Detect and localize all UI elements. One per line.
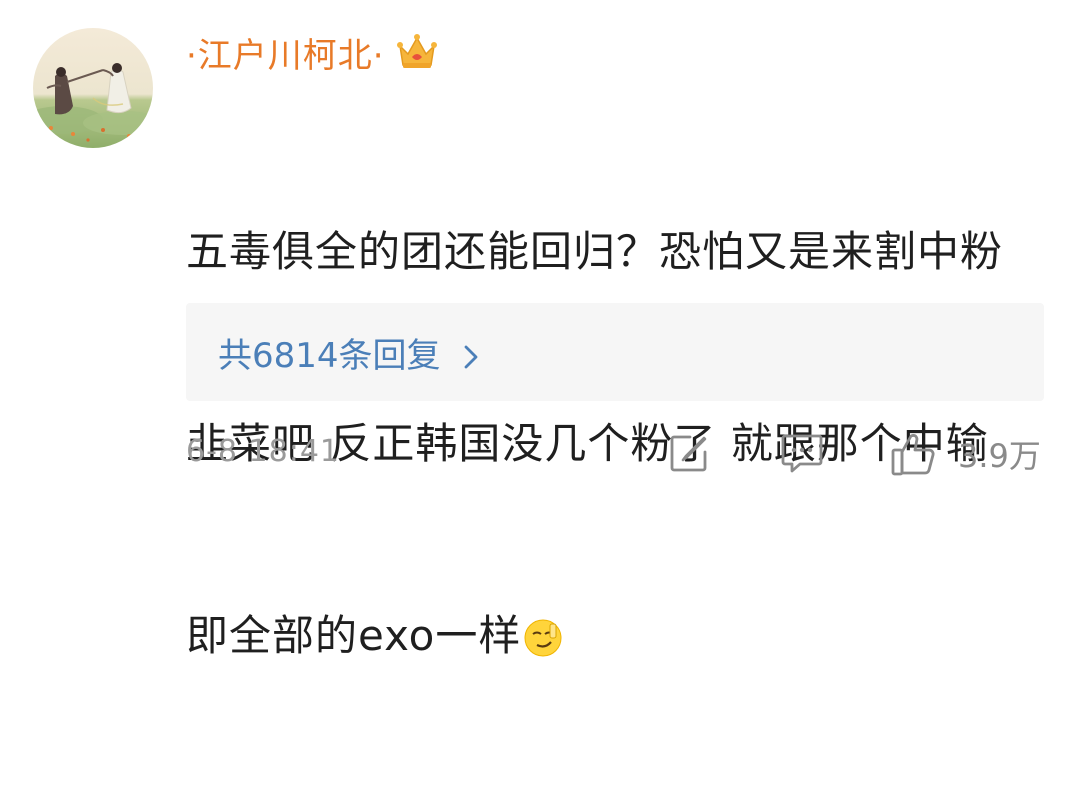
- like-count: 3.9万: [958, 437, 1041, 475]
- avatar[interactable]: [33, 28, 153, 148]
- crown-icon: [395, 32, 439, 72]
- comment-footer: 6-8 18:41 3.9万: [186, 428, 1056, 480]
- comment-card: ·江户川柯北· 五毒俱全的团还能回归？恐怕又是来割中粉 韭菜吧 反正韩国没几个粉…: [0, 0, 1080, 660]
- replies-label: 共6814条回复: [218, 335, 441, 376]
- view-replies-link[interactable]: 共6814条回复: [218, 327, 479, 377]
- like-button[interactable]: 3.9万: [890, 428, 1041, 480]
- username[interactable]: ·江户川柯北·: [186, 28, 385, 77]
- timestamp: 6-8 18:41: [186, 434, 340, 469]
- username-row: ·江户川柯北·: [186, 22, 439, 82]
- edit-icon[interactable]: [668, 432, 710, 474]
- thumbs-up-icon: [890, 431, 938, 477]
- comment-icon[interactable]: [780, 432, 824, 474]
- comment-line: 五毒俱全的团还能回归？恐怕又是来割中粉: [186, 227, 1004, 276]
- comment-line-last: 即全部的exo一样: [186, 604, 1056, 668]
- avatar-illustration: [33, 28, 153, 148]
- replies-box[interactable]: 共6814条回复: [186, 303, 1044, 401]
- chevron-right-icon: [463, 339, 479, 369]
- smirk-emoji-icon: [523, 612, 563, 657]
- comment-line-text: 即全部的exo一样: [186, 611, 522, 660]
